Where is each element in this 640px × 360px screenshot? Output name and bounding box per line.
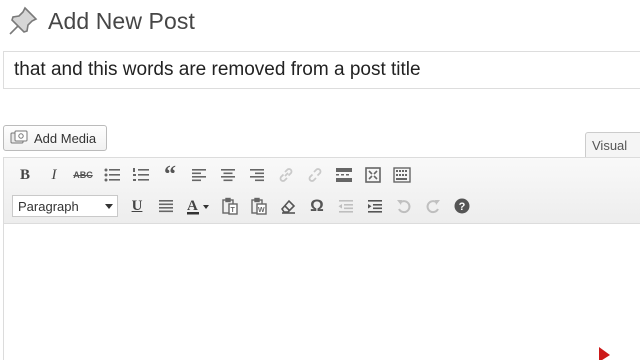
- tab-visual-label: Visual: [592, 138, 628, 153]
- paste-text-button[interactable]: T: [217, 194, 243, 218]
- bullet-list-button[interactable]: [99, 163, 125, 187]
- omega-icon: Ω: [310, 196, 324, 215]
- undo-button[interactable]: [391, 194, 417, 218]
- svg-text:A: A: [187, 198, 198, 214]
- align-center-icon: [221, 169, 235, 182]
- blockquote-button[interactable]: “: [157, 163, 183, 187]
- insert-link-button[interactable]: [273, 163, 299, 187]
- fullscreen-button[interactable]: [360, 163, 386, 187]
- post-title-input[interactable]: [3, 51, 640, 89]
- bold-icon: B: [19, 166, 30, 183]
- tab-visual[interactable]: Visual: [585, 132, 640, 158]
- bullet-list-icon: [104, 168, 120, 182]
- editor-content-area[interactable]: [4, 225, 640, 360]
- eraser-icon: [280, 199, 296, 214]
- svg-text:W: W: [258, 207, 265, 214]
- paste-text-icon: T: [222, 197, 238, 215]
- link-icon: [279, 168, 293, 182]
- fullscreen-icon: [365, 167, 381, 183]
- paste-word-icon: W: [251, 197, 267, 215]
- help-icon: ?: [454, 198, 470, 214]
- clear-formatting-button[interactable]: [275, 194, 301, 218]
- help-button[interactable]: ?: [449, 194, 475, 218]
- special-character-button[interactable]: Ω: [304, 194, 330, 218]
- redo-button[interactable]: [420, 194, 446, 218]
- align-left-icon: [192, 169, 206, 182]
- toolbar-toggle-button[interactable]: [389, 163, 415, 187]
- toolbar-row-1: B I ABC “: [12, 162, 418, 188]
- mouse-cursor-icon: [599, 347, 610, 360]
- text-color-button[interactable]: A: [182, 194, 214, 218]
- align-right-icon: [250, 169, 264, 182]
- align-justify-icon: [159, 200, 173, 213]
- toolbar-row-2: Paragraph U A T W Ω ?: [12, 193, 478, 219]
- numbered-list-button[interactable]: [128, 163, 154, 187]
- blockquote-icon: “: [164, 162, 176, 188]
- text-color-icon: A: [187, 198, 209, 215]
- justify-button[interactable]: [153, 194, 179, 218]
- numbered-list-icon: [133, 168, 149, 181]
- read-more-icon: [336, 168, 352, 182]
- pushpin-icon: [9, 6, 38, 35]
- outdent-icon: [338, 200, 353, 213]
- underline-button[interactable]: U: [124, 194, 150, 218]
- align-right-button[interactable]: [244, 163, 270, 187]
- indent-icon: [368, 200, 382, 213]
- align-left-button[interactable]: [186, 163, 212, 187]
- insert-more-button[interactable]: [331, 163, 357, 187]
- svg-text:T: T: [231, 207, 236, 214]
- align-center-button[interactable]: [215, 163, 241, 187]
- outdent-button[interactable]: [333, 194, 359, 218]
- svg-text:?: ?: [459, 201, 466, 213]
- strikethrough-icon: ABC: [73, 170, 93, 180]
- indent-button[interactable]: [362, 194, 388, 218]
- add-media-label: Add Media: [34, 130, 97, 146]
- paste-word-button[interactable]: W: [246, 194, 272, 218]
- post-editor: B I ABC “ Paragraph U A T W Ω ?: [3, 157, 640, 360]
- unlink-button[interactable]: [302, 163, 328, 187]
- page-title: Add New Post: [48, 7, 195, 34]
- bold-button[interactable]: B: [12, 163, 38, 187]
- format-select-value: Paragraph: [18, 198, 79, 214]
- redo-icon: [426, 200, 440, 214]
- italic-button[interactable]: I: [41, 163, 67, 187]
- add-media-button[interactable]: Add Media: [3, 125, 108, 151]
- undo-icon: [397, 200, 411, 214]
- underline-icon: U: [131, 197, 143, 214]
- format-select[interactable]: Paragraph: [12, 195, 118, 217]
- strikethrough-button[interactable]: ABC: [70, 163, 96, 187]
- kitchen-sink-icon: [393, 167, 411, 183]
- media-camera-icon: [10, 130, 28, 144]
- unlink-icon: [308, 168, 322, 182]
- italic-icon: I: [51, 166, 57, 183]
- page-header: Add New Post: [6, 4, 195, 38]
- editor-toolbar: B I ABC “ Paragraph U A T W Ω ?: [4, 158, 640, 224]
- chevron-down-icon: [105, 203, 113, 209]
